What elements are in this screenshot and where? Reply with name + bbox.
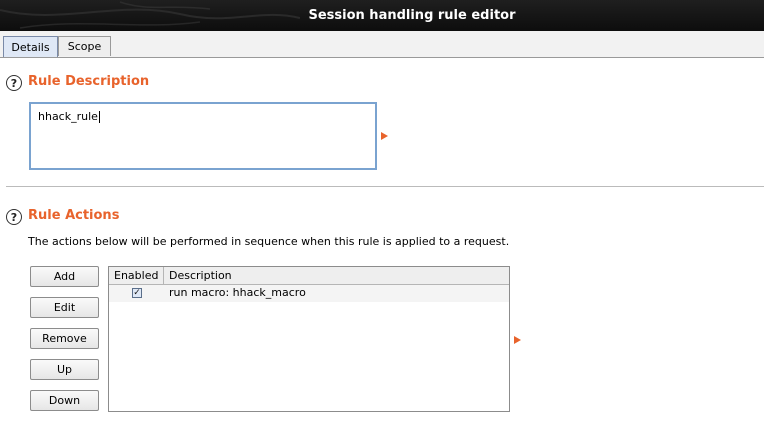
orange-triangle-arrow-icon[interactable] <box>514 336 521 344</box>
tab-scope-label: Scope <box>67 40 102 53</box>
table-row[interactable]: ✓ run macro: hhack_macro <box>109 285 509 302</box>
enabled-checkbox[interactable]: ✓ <box>132 288 142 298</box>
dragon-background-graphic <box>0 1 300 29</box>
table-header: Enabled Description <box>109 267 509 285</box>
rule-actions-intro-text: The actions below will be performed in s… <box>28 235 510 248</box>
tab-details[interactable]: Details <box>3 36 58 57</box>
action-description-cell: run macro: hhack_macro <box>169 286 306 299</box>
down-button[interactable]: Down <box>30 390 99 411</box>
up-button[interactable]: Up <box>30 359 99 380</box>
column-header-description[interactable]: Description <box>164 267 509 284</box>
rule-actions-table[interactable]: Enabled Description ✓ run macro: hhack_m… <box>108 266 510 412</box>
rule-description-input[interactable]: hhack_rule <box>29 102 377 170</box>
rule-actions-heading: Rule Actions <box>28 208 120 223</box>
question-mark-help-icon[interactable]: ? <box>6 75 22 91</box>
rule-description-value: hhack_rule <box>38 110 98 123</box>
rule-description-heading: Rule Description <box>28 74 150 89</box>
add-button[interactable]: Add <box>30 266 99 287</box>
checkmark-icon: ✓ <box>133 287 141 298</box>
window-titlebar: Session handling rule editor <box>0 0 764 31</box>
edit-button[interactable]: Edit <box>30 297 99 318</box>
column-header-enabled[interactable]: Enabled <box>109 267 164 284</box>
tab-details-label: Details <box>11 40 50 54</box>
tab-scope[interactable]: Scope <box>58 36 111 56</box>
question-mark-help-icon[interactable]: ? <box>6 209 22 225</box>
details-panel: ? Rule Description hhack_rule ? Rule Act… <box>0 58 764 428</box>
tab-strip: Details Scope <box>0 31 764 58</box>
text-cursor <box>98 111 100 123</box>
section-divider <box>6 186 764 187</box>
orange-triangle-arrow-icon[interactable] <box>381 132 388 140</box>
remove-button[interactable]: Remove <box>30 328 99 349</box>
window-title: Session handling rule editor <box>308 8 516 23</box>
